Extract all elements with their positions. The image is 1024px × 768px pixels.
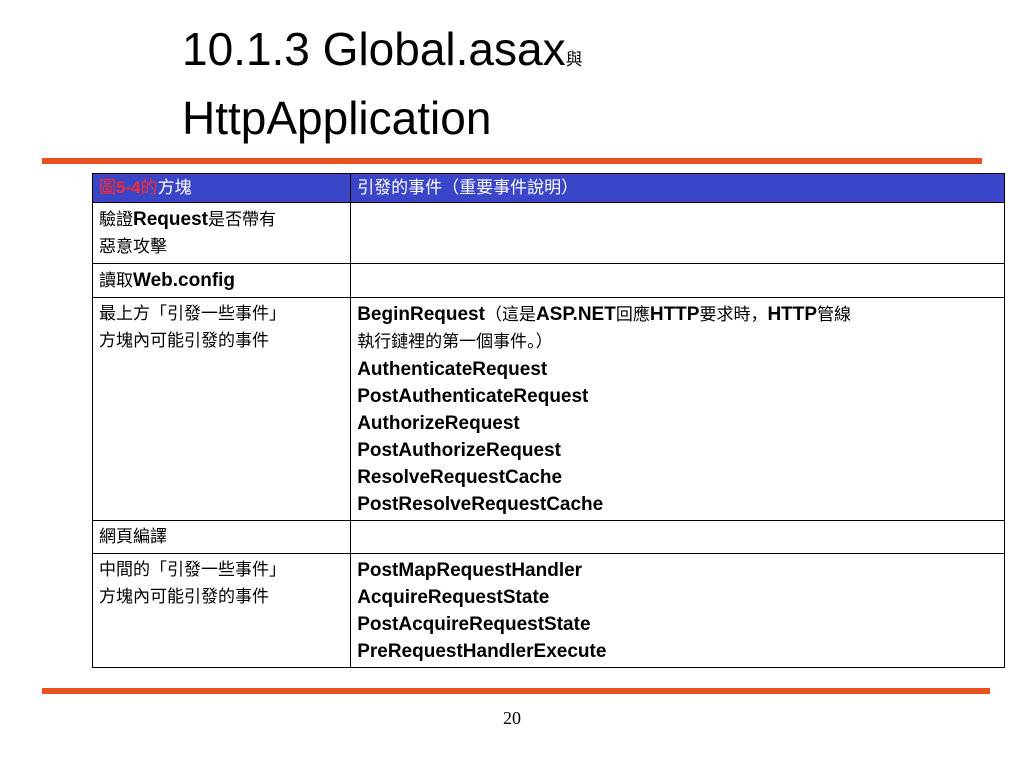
table-row: 讀取Web.config xyxy=(91,263,1005,298)
event-name: PostResolveRequestCache xyxy=(357,494,604,515)
block-cell: 網頁編譯 xyxy=(91,520,352,554)
cjk-text: 網頁編譯 xyxy=(99,527,167,547)
block-cell: 中間的「引發一些事件」 方塊內可能引發的事件 xyxy=(91,553,352,668)
table-header-row: 圖5-4的方塊 引發的事件（重要事件說明） xyxy=(91,173,1005,203)
figure-label: 圖5-4的 xyxy=(99,178,158,198)
events-cell: PostMapRequestHandler AcquireRequestState… xyxy=(350,553,1005,668)
event-name: ResolveRequestCache xyxy=(357,467,563,488)
latin-text: Web.config xyxy=(133,270,236,291)
event-name: PostMapRequestHandler xyxy=(357,560,583,581)
event-name: AuthenticateRequest xyxy=(357,359,548,380)
event-name: PostAuthenticateRequest xyxy=(357,386,589,407)
title-line1-latin: 10.1.3 Global.asax xyxy=(182,23,566,75)
title-line2: HttpApplication xyxy=(182,92,492,144)
block-cell: 最上方「引發一些事件」 方塊內可能引發的事件 xyxy=(91,297,352,521)
bottom-divider xyxy=(42,688,990,694)
table-row: 驗證Request是否帶有 惡意攻擊 xyxy=(91,202,1005,264)
cjk-text: 讀取 xyxy=(99,271,133,291)
table-row: 中間的「引發一些事件」 方塊內可能引發的事件 PostMapRequestHand… xyxy=(91,553,1005,668)
latin-text: BeginRequest xyxy=(357,304,485,325)
events-cell: BeginRequest（這是ASP.NET回應HTTP要求時，HTTP管線 執… xyxy=(350,297,1005,521)
header-events-column: 引發的事件（重要事件說明） xyxy=(350,173,1005,203)
table-row: 網頁編譯 xyxy=(91,520,1005,554)
latin-text: HTTP xyxy=(767,304,818,325)
block-column-label: 方塊 xyxy=(157,178,192,198)
cjk-text: （這是 xyxy=(484,305,536,325)
event-name: PostAcquireRequestState xyxy=(357,614,591,635)
slide-title: 10.1.3 Global.asax與 HttpApplication xyxy=(182,20,942,147)
title-line1-cjk: 與 xyxy=(565,50,583,70)
event-name: PreRequestHandlerExecute xyxy=(357,641,607,662)
block-cell: 驗證Request是否帶有 惡意攻擊 xyxy=(91,202,352,264)
cjk-text: 驗證 xyxy=(99,210,133,230)
latin-text: Request xyxy=(133,209,208,230)
event-name: AcquireRequestState xyxy=(357,587,550,608)
events-cell xyxy=(350,263,1005,298)
cjk-text: 要求時， xyxy=(699,305,768,325)
events-cell xyxy=(350,202,1005,264)
latin-text: HTTP xyxy=(649,304,700,325)
table-row: 最上方「引發一些事件」 方塊內可能引發的事件 BeginRequest（這是ASP… xyxy=(91,297,1005,521)
events-cell xyxy=(350,520,1005,554)
event-intro: BeginRequest（這是ASP.NET回應HTTP要求時，HTTP管線 執… xyxy=(357,301,998,356)
event-name: AuthorizeRequest xyxy=(357,413,520,434)
cjk-text: 惡意攻擊 xyxy=(99,237,167,257)
top-divider xyxy=(42,158,982,164)
cjk-text: 回應 xyxy=(615,305,650,325)
cjk-text: 是否帶有 xyxy=(207,210,276,230)
event-name: PostAuthorizeRequest xyxy=(357,440,561,461)
header-block-column: 圖5-4的方塊 xyxy=(91,173,352,203)
page-number: 20 xyxy=(503,708,521,728)
cjk-text: 中間的「引發一些事件」 方塊內可能引發的事件 xyxy=(99,560,286,607)
cjk-text: 最上方「引發一些事件」 方塊內可能引發的事件 xyxy=(99,304,286,351)
latin-text: ASP.NET xyxy=(535,304,616,325)
block-cell: 讀取Web.config xyxy=(91,263,352,298)
application-events-table: 圖5-4的方塊 引發的事件（重要事件說明） 驗證Request是否帶有 惡意攻擊… xyxy=(91,173,1005,668)
table-body: 驗證Request是否帶有 惡意攻擊 讀取Web.config 最上方「引發一些… xyxy=(91,202,1005,668)
